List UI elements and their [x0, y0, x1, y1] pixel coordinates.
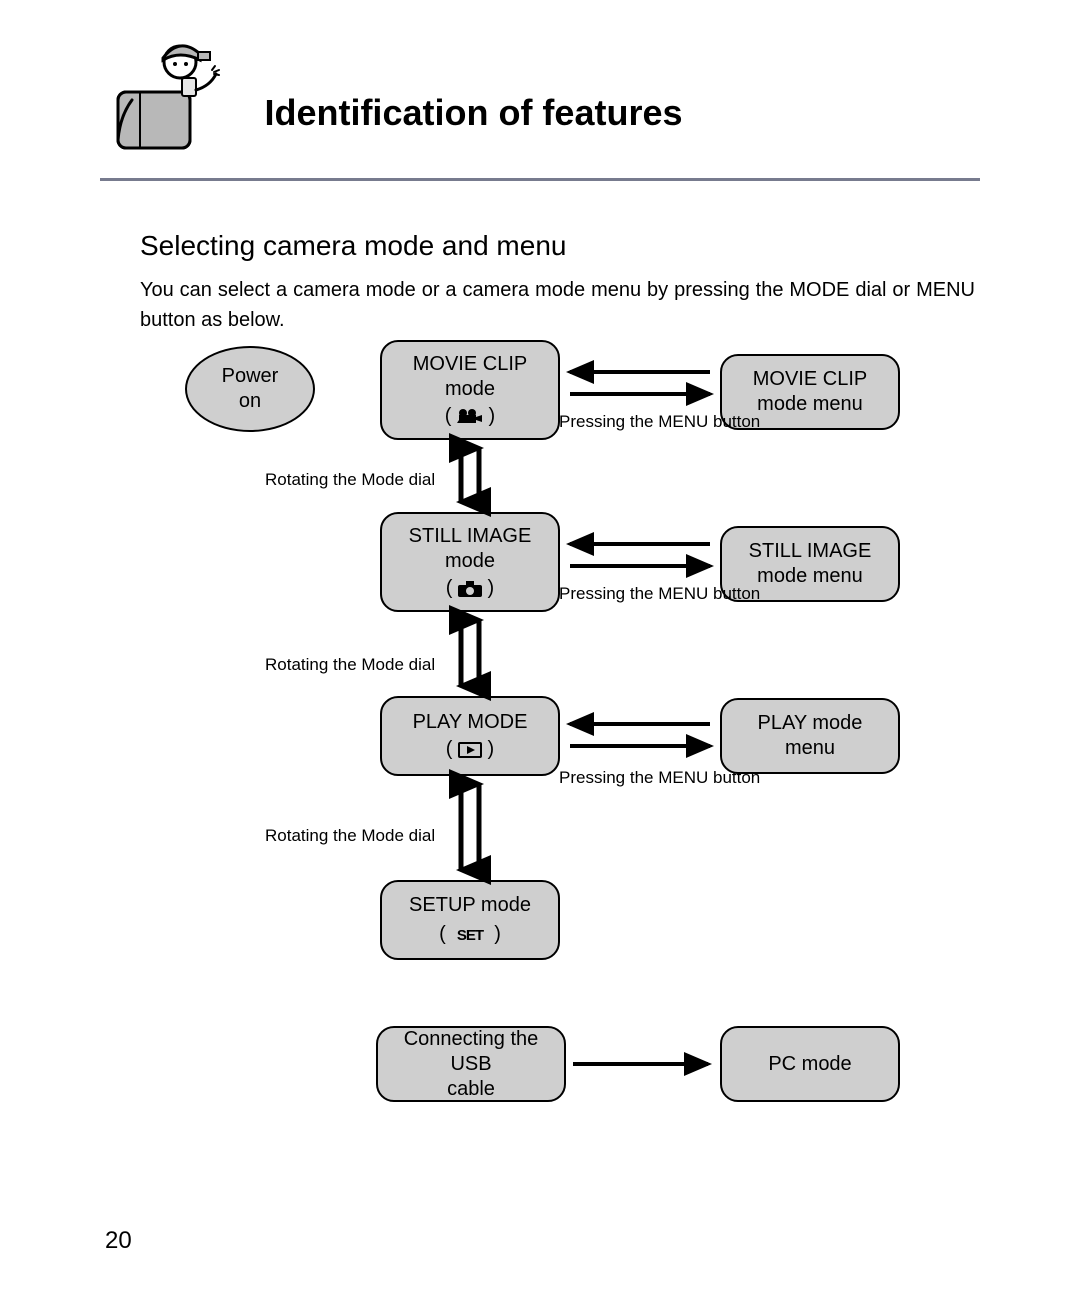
mode-flow-diagram: Power on MOVIE CLIP mode ( ) MOVIE CLIP … [100, 340, 980, 1235]
node-usb-cable: Connecting the USB cable [376, 1026, 566, 1102]
play-mode-icon: ( ) [446, 737, 494, 762]
node-label: Connecting the USB cable [386, 1027, 556, 1102]
page-title: Identification of features [264, 92, 682, 134]
arrow-bidir-vert-icon [445, 614, 495, 694]
caption-rotate-dial: Rotating the Mode dial [265, 826, 435, 846]
movie-mode-icon: ( ) [445, 404, 495, 429]
caption-rotate-dial: Rotating the Mode dial [265, 655, 435, 675]
caption-press-menu: Pressing the MENU button [559, 768, 760, 788]
node-pc-mode: PC mode [720, 1026, 900, 1102]
node-label: Power on [222, 364, 279, 414]
mascot-icon [100, 30, 230, 160]
node-play-mode: PLAY MODE ( ) [380, 696, 560, 776]
page-number: 20 [105, 1227, 132, 1255]
node-label: PC mode [768, 1052, 851, 1077]
camera-mode-icon: ( ) [446, 576, 494, 601]
node-label: PLAY mode menu [758, 711, 863, 761]
node-label: STILL IMAGE mode menu [749, 539, 872, 589]
arrow-bidir-vert-icon [445, 442, 495, 510]
node-label: STILL IMAGE mode [409, 524, 532, 574]
manual-page: Identification of features Selecting cam… [0, 0, 1080, 1295]
node-movie-mode: MOVIE CLIP mode ( ) [380, 340, 560, 440]
node-label: MOVIE CLIP mode menu [753, 367, 867, 417]
caption-rotate-dial: Rotating the Mode dial [265, 470, 435, 490]
caption-press-menu: Pressing the MENU button [559, 412, 760, 432]
section-title: Selecting camera mode and menu [140, 230, 566, 262]
arrow-bidir-vert-icon [445, 778, 495, 878]
header-rule [100, 178, 980, 181]
caption-press-menu: Pressing the MENU button [559, 584, 760, 604]
setup-mode-icon: ( SET ) [439, 922, 501, 947]
node-play-menu: PLAY mode menu [720, 698, 900, 774]
arrow-right-icon [568, 1052, 718, 1082]
body-text: You can select a camera mode or a camera… [140, 275, 975, 335]
node-still-mode: STILL IMAGE mode ( ) [380, 512, 560, 612]
arrow-bidir-icon [560, 532, 720, 582]
node-setup-mode: SETUP mode ( SET ) [380, 880, 560, 960]
node-label: MOVIE CLIP mode [413, 352, 527, 402]
node-label: SETUP mode [409, 893, 531, 918]
arrow-bidir-icon [560, 360, 720, 410]
node-label: PLAY MODE [413, 710, 528, 735]
node-power-on: Power on [185, 346, 315, 432]
page-header: Identification of features [100, 30, 980, 160]
arrow-bidir-icon [560, 712, 720, 762]
